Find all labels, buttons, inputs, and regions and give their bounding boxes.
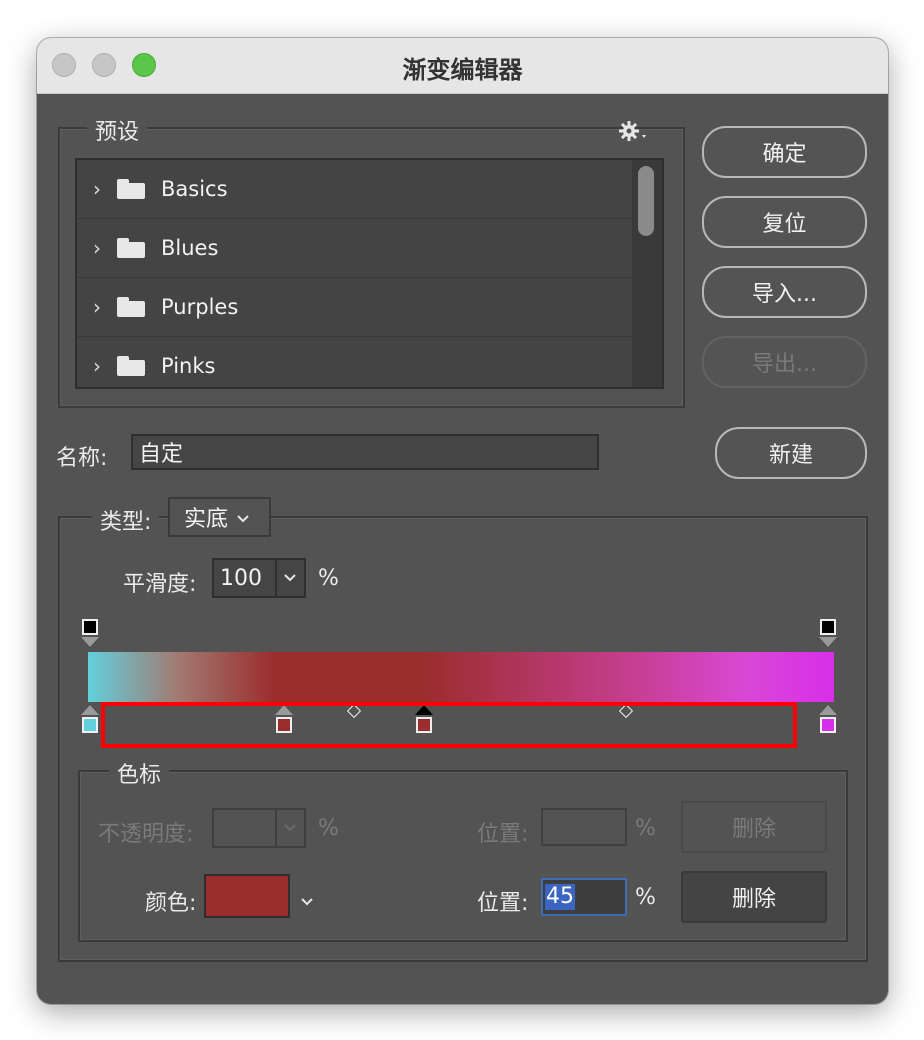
type-dropdown[interactable]: 实底 xyxy=(168,497,271,537)
color-position-field[interactable]: 45 xyxy=(541,878,627,916)
opacity-field[interactable] xyxy=(212,808,306,848)
color-stop-pointer xyxy=(819,705,837,715)
presets-list[interactable]: › Basics › Blues › Purples › Pinks xyxy=(75,158,664,389)
folder-icon xyxy=(117,238,145,258)
color-label: 颜色: xyxy=(145,891,197,916)
opacity-stop-right-pointer xyxy=(819,637,837,647)
name-label: 名称: xyxy=(56,446,108,471)
type-label: 类型: xyxy=(92,504,160,536)
highlight-box xyxy=(101,702,797,748)
chevron-down-icon xyxy=(274,810,304,846)
opacity-position-unit: % xyxy=(635,816,656,841)
gradient-editor-window: 渐变编辑器 预设 › Basics › Blues › Purples › Pi… xyxy=(37,38,888,1004)
list-item[interactable]: › Blues xyxy=(77,219,662,278)
list-item-label: Pinks xyxy=(161,354,216,378)
smoothness-field[interactable]: 100 xyxy=(212,558,306,598)
smoothness-unit: % xyxy=(318,566,339,591)
color-delete-button[interactable]: 删除 xyxy=(681,871,827,923)
chevron-right-icon[interactable]: › xyxy=(93,236,105,260)
opacity-delete-button[interactable]: 删除 xyxy=(681,801,827,853)
window-title: 渐变编辑器 xyxy=(402,56,523,84)
ok-button[interactable]: 确定 xyxy=(702,126,867,178)
color-stop-right[interactable] xyxy=(820,717,836,733)
folder-icon xyxy=(117,179,145,199)
list-item-label: Basics xyxy=(161,177,228,201)
list-item-label: Purples xyxy=(161,295,239,319)
opacity-unit: % xyxy=(318,816,339,841)
import-button[interactable]: 导入... xyxy=(702,266,867,318)
name-field[interactable]: 自定 xyxy=(131,434,599,470)
gear-icon[interactable] xyxy=(617,118,649,144)
list-item[interactable]: › Purples xyxy=(77,278,662,337)
chevron-down-icon xyxy=(236,505,250,530)
opacity-stop-right[interactable] xyxy=(820,619,836,635)
export-button[interactable]: 导出... xyxy=(702,336,867,388)
color-swatch[interactable] xyxy=(204,874,290,918)
list-item[interactable]: › Basics xyxy=(77,160,662,219)
color-position-unit: % xyxy=(635,885,656,910)
title-bar: 渐变编辑器 xyxy=(37,38,888,94)
smoothness-label: 平滑度: xyxy=(123,572,197,597)
new-button[interactable]: 新建 xyxy=(715,427,867,479)
list-item-label: Blues xyxy=(161,236,219,260)
opacity-position-label: 位置: xyxy=(477,822,529,847)
reset-button[interactable]: 复位 xyxy=(702,196,867,248)
presets-legend: 预设 xyxy=(87,114,148,146)
color-stop-pointer xyxy=(81,705,99,715)
opacity-label: 不透明度: xyxy=(98,822,194,847)
color-position-value: 45 xyxy=(545,884,575,910)
opacity-stop-left[interactable] xyxy=(82,619,98,635)
folder-icon xyxy=(117,356,145,376)
chevron-down-icon[interactable] xyxy=(274,560,304,596)
smoothness-value[interactable]: 100 xyxy=(220,566,275,591)
chevron-right-icon[interactable]: › xyxy=(93,295,105,319)
scrollbar-thumb[interactable] xyxy=(638,166,654,236)
gradient-preview-bar[interactable] xyxy=(88,652,834,702)
chevron-down-icon[interactable] xyxy=(300,892,314,911)
type-dropdown-value: 实底 xyxy=(184,507,229,532)
list-item[interactable]: › Pinks xyxy=(77,337,662,387)
stops-legend: 色标 xyxy=(109,757,170,789)
chevron-right-icon[interactable]: › xyxy=(93,177,105,201)
opacity-position-field[interactable] xyxy=(541,808,627,846)
opacity-stop-left-pointer xyxy=(81,637,99,647)
color-stop-left[interactable] xyxy=(82,717,98,733)
color-position-label: 位置: xyxy=(477,891,529,916)
folder-icon xyxy=(117,297,145,317)
chevron-right-icon[interactable]: › xyxy=(93,354,105,378)
scrollbar[interactable] xyxy=(632,160,662,387)
